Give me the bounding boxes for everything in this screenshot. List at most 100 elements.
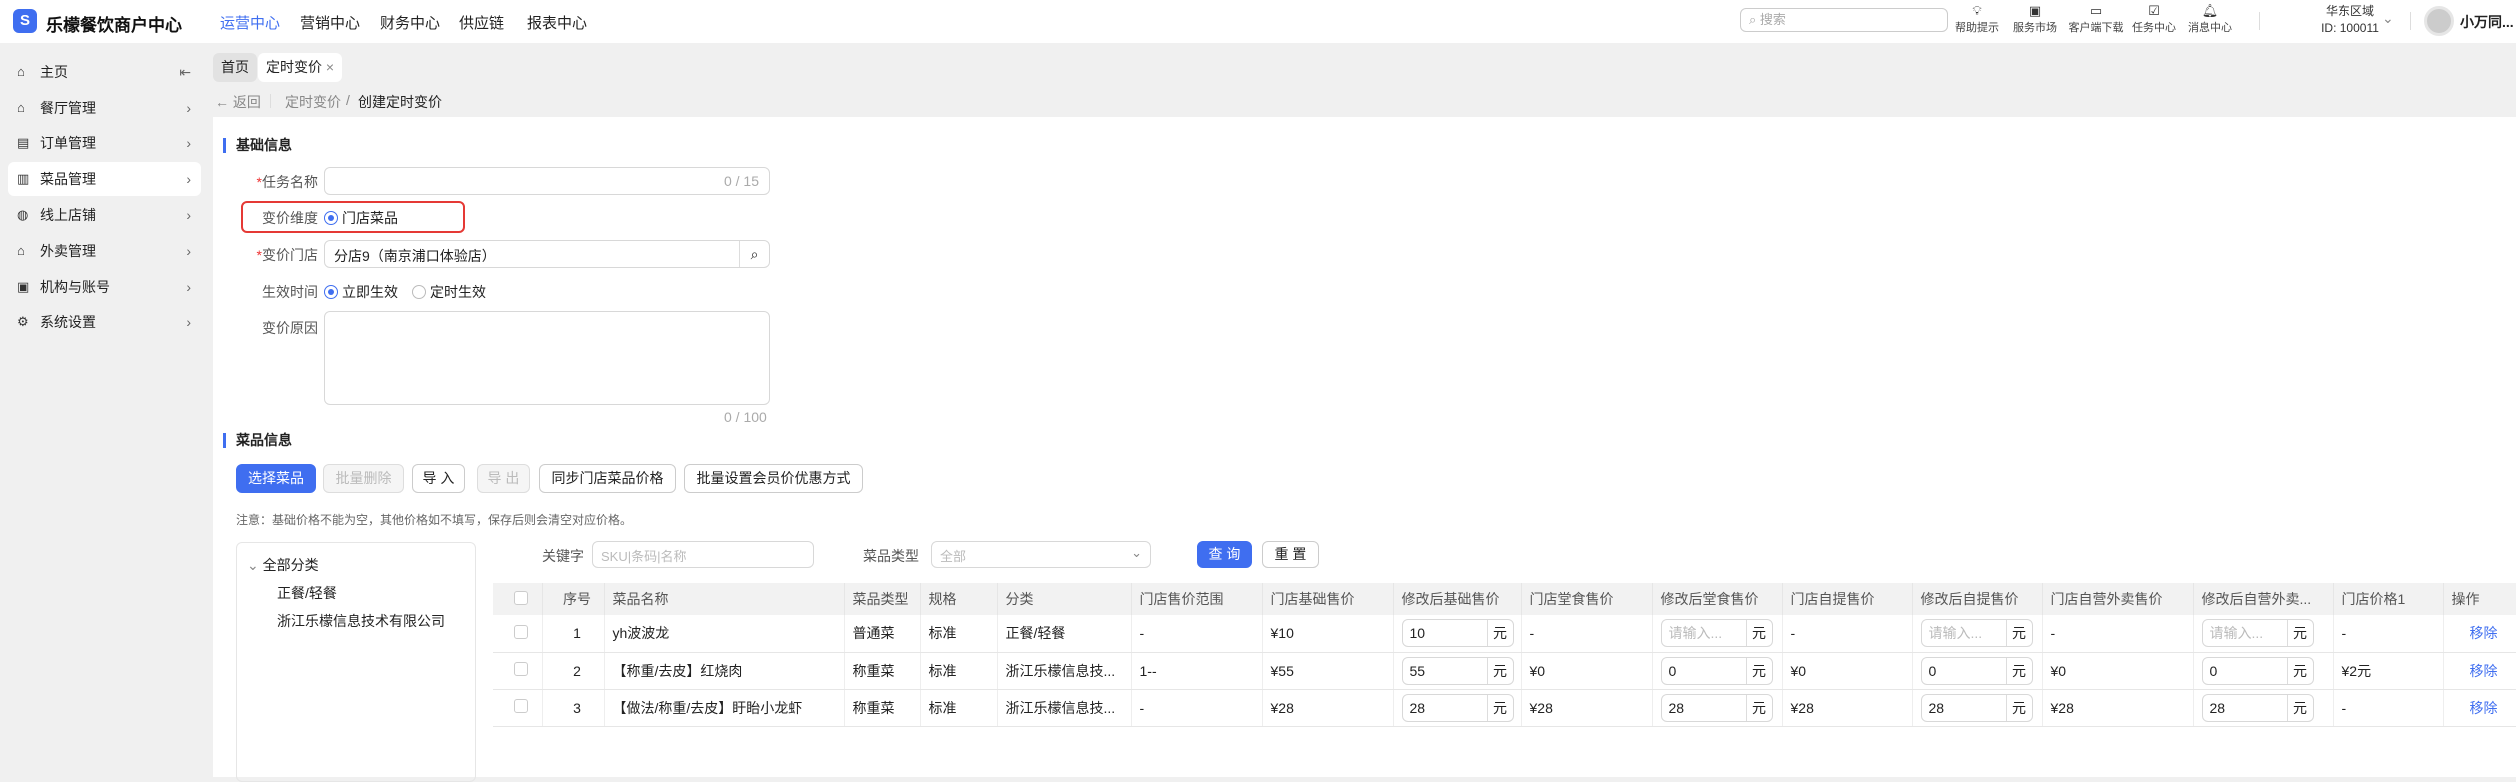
price-input[interactable]: 请输入... 元 (2201, 619, 2314, 648)
breadcrumb-parent[interactable]: 定时变价 (285, 92, 341, 112)
price-input[interactable]: 10 元 (1401, 619, 1514, 648)
price-input[interactable]: 28 元 (2201, 693, 2314, 722)
price-input-cell: 0元 (1912, 652, 2043, 690)
price-input[interactable]: 0元 (1920, 656, 2033, 685)
effective-radio-scheduled[interactable]: 定时生效 (412, 282, 486, 302)
dimension-radio-store-dish[interactable]: 门店菜品 (324, 208, 398, 228)
nav-operations[interactable]: 运营中心 (220, 12, 280, 33)
avatar[interactable] (2424, 6, 2454, 36)
column-header: 规格 (920, 583, 998, 615)
table-cell: 标准 (920, 689, 998, 727)
nav-reports[interactable]: 报表中心 (527, 12, 587, 33)
back-button[interactable]: ← 返回 (215, 92, 261, 112)
help-button[interactable]: 💡︎ 帮助提示 (1949, 3, 2005, 35)
row-checkbox[interactable] (514, 624, 529, 639)
search-input[interactable]: ⌕ 搜索 (1740, 8, 1948, 32)
store-icon: ⌂ (17, 100, 25, 115)
price-input-cell: 55 元 (1393, 652, 1522, 690)
query-button[interactable]: 查 询 (1197, 541, 1252, 568)
order-icon: ▤ (17, 135, 30, 150)
price-input[interactable]: 请输入... 元 (1660, 619, 1773, 648)
price-input[interactable]: 28 元 (1920, 693, 2033, 722)
price-value: 0 (1668, 662, 1677, 679)
remove-link[interactable]: 移除 (2470, 663, 2498, 679)
store-label: *变价门店 (256, 247, 318, 263)
batch-delete-button[interactable]: 批量删除 (323, 464, 404, 493)
nav-finance[interactable]: 财务中心 (380, 12, 440, 33)
remove-link[interactable]: 移除 (2470, 625, 2498, 641)
price-input[interactable]: 0元 (2201, 656, 2314, 685)
price-input[interactable]: 28 元 (1660, 693, 1773, 722)
sidebar-item-restaurant[interactable]: ⌂ 餐厅管理 › (8, 91, 201, 125)
price-input[interactable]: 55 元 (1401, 656, 1514, 685)
export-button[interactable]: 导 出 (477, 464, 530, 493)
unit-label: 元 (1486, 694, 1513, 721)
message-center-button[interactable]: 🔔︎ 消息中心 (2182, 3, 2238, 35)
price-input-cell: 请输入... 元 (2193, 615, 2334, 653)
collapse-sidebar-icon[interactable]: ⇤ (179, 55, 191, 89)
task-name-input[interactable]: 0 / 15 (324, 167, 770, 195)
tree-root[interactable]: ⌄ 全部分类 (247, 555, 319, 575)
app-logo-icon: S (13, 9, 37, 33)
reason-label: 变价原因 (262, 320, 318, 336)
select-dishes-button[interactable]: 选择菜品 (236, 464, 316, 493)
table-cell: 1-- (1131, 652, 1263, 690)
remove-link[interactable]: 移除 (2470, 700, 2498, 716)
dish-type-label: 菜品类型 (863, 548, 919, 564)
user-name[interactable]: 小万同... (2460, 12, 2514, 32)
reset-button[interactable]: 重 置 (1262, 541, 1319, 568)
table-header: 序号 菜品名称 菜品类型 规格 分类 门店售价范围 门店基础售价 修改后基础售价 门店堂食售价修… (493, 583, 2516, 615)
price-note: 注意：基础价格不能为空，其他价格如不填写，保存后则会清空对应价格。 (236, 513, 633, 527)
price-value: 0 (1928, 662, 1937, 679)
radio-icon (324, 211, 338, 225)
unit-label: 元 (1745, 620, 1772, 647)
close-icon[interactable]: × (326, 59, 334, 75)
top-bar: S 乐檬餐饮商户中心 运营中心 营销中心 财务中心 供应链 报表中心 ⌕ 搜索 … (0, 0, 2516, 43)
row-checkbox-cell (493, 689, 543, 727)
row-checkbox[interactable] (514, 699, 529, 713)
price-input[interactable]: 0元 (1660, 656, 1773, 685)
action-cell: 移除 (2442, 615, 2516, 653)
store-input[interactable]: 分店9（南京浦口体验店） ⌕ (324, 240, 770, 268)
import-button[interactable]: 导 入 (412, 464, 465, 493)
table-cell: 1 (542, 615, 605, 653)
sidebar-item-org-accounts[interactable]: ▣ 机构与账号 › (8, 270, 201, 304)
table-cell: ¥10 (1262, 615, 1394, 653)
task-center-button[interactable]: ☑ 任务中心 (2126, 3, 2182, 35)
sidebar-item-delivery[interactable]: ⌂ 外卖管理 › (8, 234, 201, 268)
column-header: 门店自营外卖售价 (2042, 583, 2194, 615)
search-placeholder: 搜索 (1759, 12, 1786, 27)
sidebar-item-online-store[interactable]: ◍ 线上店铺 › (8, 198, 201, 232)
task-name-counter: 0 / 15 (723, 173, 759, 189)
tree-node[interactable]: 正餐/轻餐 (277, 583, 337, 603)
sidebar-item-dishes[interactable]: ▥ 菜品管理 › (8, 162, 201, 196)
batch-member-price-button[interactable]: 批量设置会员价优惠方式 (684, 464, 863, 493)
delivery-icon: ⌂ (17, 243, 25, 258)
market-button[interactable]: ▣ 服务市场 (2007, 3, 2063, 35)
download-button[interactable]: ▭ 客户端下载 (2065, 3, 2127, 35)
nav-marketing[interactable]: 营销中心 (300, 12, 360, 33)
sync-store-price-button[interactable]: 同步门店菜品价格 (539, 464, 676, 493)
download-label: 客户端下载 (2068, 22, 2124, 34)
dish-type-select[interactable]: 全部 ⌄ (931, 541, 1151, 568)
section-title-dishes: 菜品信息 (223, 433, 292, 448)
price-value: 请输入... (1668, 625, 1723, 642)
select-all-checkbox[interactable] (514, 590, 529, 605)
keyword-input[interactable]: SKU|条码|名称 (592, 541, 814, 568)
effective-radio-immediate[interactable]: 立即生效 (324, 282, 398, 302)
tree-node[interactable]: 浙江乐檬信息技术有限公司 (277, 611, 445, 631)
tab-label: 首页 (221, 59, 249, 75)
tab-home[interactable]: 首页 (213, 53, 257, 82)
nav-supply-chain[interactable]: 供应链 (459, 12, 504, 33)
price-value: 28 (1409, 699, 1426, 716)
search-icon[interactable]: ⌕ (739, 241, 769, 267)
sidebar-item-settings[interactable]: ⚙ 系统设置 › (8, 305, 201, 339)
reason-textarea[interactable] (324, 311, 770, 405)
sidebar-item-orders[interactable]: ▤ 订单管理 › (8, 126, 201, 160)
sidebar-item-home[interactable]: ⌂ 主页 ⇤ (8, 55, 201, 89)
chevron-down-icon[interactable]: ⌄ (2382, 10, 2394, 27)
row-checkbox[interactable] (514, 662, 529, 676)
price-input[interactable]: 28 元 (1401, 693, 1514, 722)
price-input[interactable]: 请输入... 元 (1920, 619, 2033, 648)
tab-scheduled-price[interactable]: 定时变价 × (258, 53, 343, 82)
